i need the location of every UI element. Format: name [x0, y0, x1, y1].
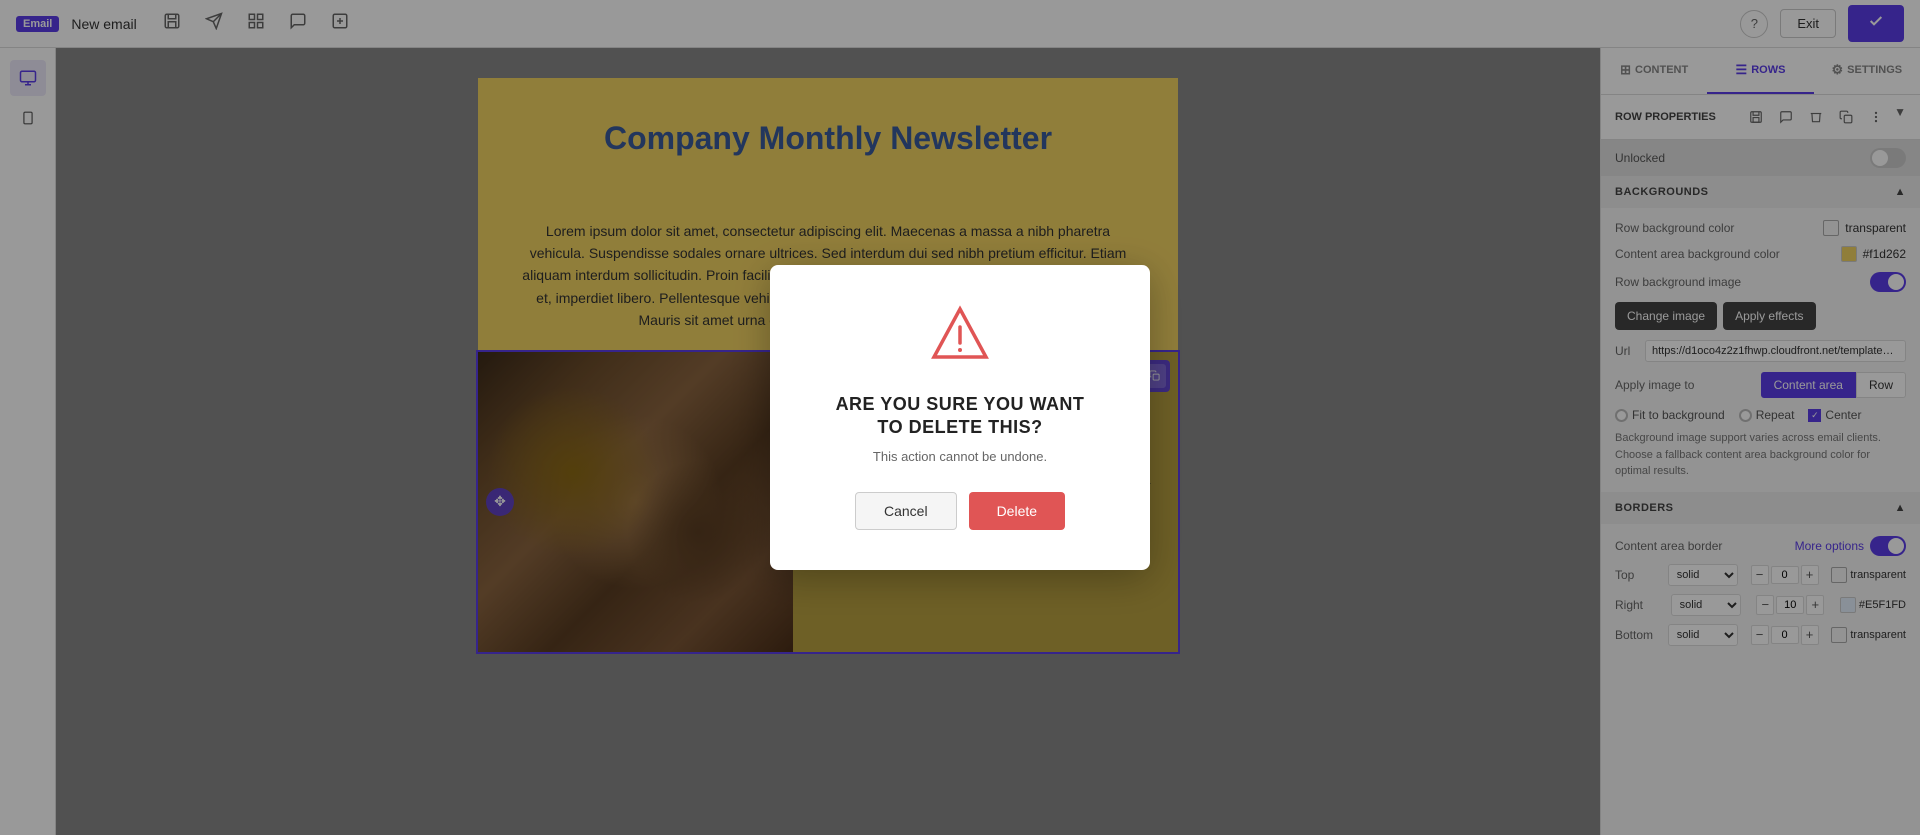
dialog-overlay: ARE YOU SURE YOU WANT TO DELETE THIS? Th… — [0, 0, 1920, 835]
dialog-buttons: Cancel Delete — [820, 492, 1100, 530]
confirm-dialog: ARE YOU SURE YOU WANT TO DELETE THIS? Th… — [770, 265, 1150, 571]
warning-icon — [820, 305, 1100, 373]
dialog-title: ARE YOU SURE YOU WANT TO DELETE THIS? — [820, 393, 1100, 440]
cancel-btn[interactable]: Cancel — [855, 492, 957, 530]
dialog-subtitle: This action cannot be undone. — [820, 449, 1100, 464]
delete-btn[interactable]: Delete — [969, 492, 1065, 530]
